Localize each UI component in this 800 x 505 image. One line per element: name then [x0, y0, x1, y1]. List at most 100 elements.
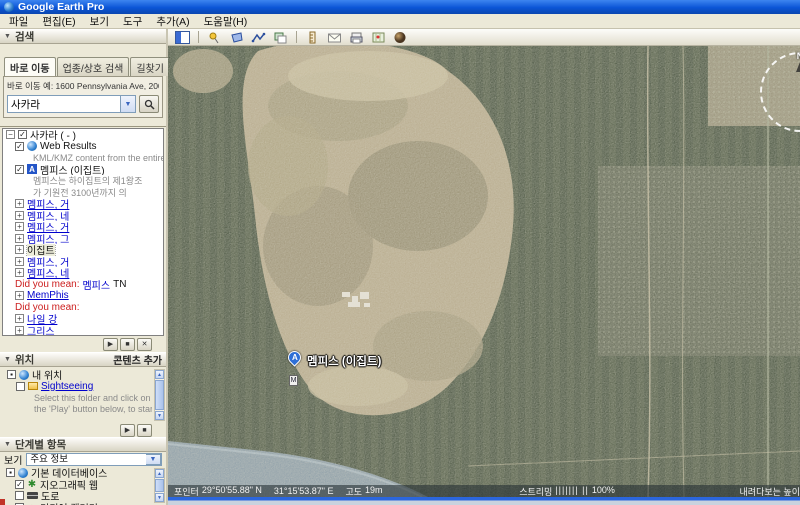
- menu-item[interactable]: 추가(A): [149, 13, 196, 30]
- search-go-button[interactable]: [139, 95, 159, 113]
- places-panel-header[interactable]: ▼ 위치 콘텐츠 추가: [0, 352, 166, 367]
- row-label[interactable]: 나일 강: [27, 313, 57, 324]
- map-viewport[interactable]: N A 멤피스 (이집트) M 포인터 29°50'55.88" N 31°15…: [168, 46, 800, 497]
- search-result-row[interactable]: + 나일 강: [3, 313, 163, 325]
- scroll-up-icon[interactable]: ▲: [155, 370, 164, 379]
- play-tour-button[interactable]: ▶: [103, 337, 118, 351]
- didyoumean-label[interactable]: Did you mean:: [15, 279, 79, 290]
- row-label[interactable]: 멤피스, 네: [27, 210, 69, 221]
- checkbox[interactable]: ▪: [7, 370, 16, 380]
- row-label[interactable]: 사카라 ( - ): [30, 129, 76, 140]
- menu-item[interactable]: 보기: [83, 13, 116, 30]
- places-play-button[interactable]: ▶: [120, 423, 135, 437]
- scroll-up-icon[interactable]: ▲: [155, 469, 164, 478]
- row-label[interactable]: 그리스: [27, 325, 55, 335]
- row-label[interactable]: 기본 데이터베이스: [31, 467, 107, 478]
- search-dropdown-button[interactable]: ▼: [121, 95, 136, 113]
- expand-box[interactable]: +: [15, 222, 24, 232]
- menu-item[interactable]: 파일: [2, 13, 35, 30]
- search-result-row[interactable]: ✓ A 멤피스 (이집트): [3, 164, 163, 175]
- row-label[interactable]: 멤피스, 거: [27, 221, 69, 232]
- toggle-sidebar-icon[interactable]: [174, 30, 191, 45]
- layers-panel-header[interactable]: ▼ 단계별 항목: [0, 437, 166, 452]
- stop-tour-button[interactable]: ■: [120, 337, 135, 351]
- layer-row[interactable]: ▪ 기본 데이터베이스: [3, 467, 152, 479]
- row-label[interactable]: 멤피스, 거: [27, 198, 69, 209]
- search-result-row[interactable]: + 멤피스, 그: [3, 233, 163, 244]
- expand-box[interactable]: +: [15, 268, 24, 278]
- ruler-icon[interactable]: [304, 30, 321, 45]
- checkbox[interactable]: ✓: [18, 130, 27, 140]
- search-result-row[interactable]: + 멤피스, 네: [3, 210, 163, 221]
- row-label[interactable]: 멤피스, 네: [27, 267, 69, 278]
- layers-view-select[interactable]: 주요 정보 ▼: [26, 452, 162, 466]
- row-label[interactable]: Web Results: [40, 141, 97, 152]
- didyoumean-label[interactable]: Did you mean:: [15, 302, 79, 313]
- layers-scrollbar[interactable]: ▲ ▼: [154, 468, 165, 503]
- row-label[interactable]: 멤피스, 그: [27, 233, 69, 244]
- search-panel-header[interactable]: ▼ 검색: [0, 29, 166, 44]
- row-label[interactable]: 멤피스, 거: [27, 256, 69, 267]
- checkbox[interactable]: ✓: [15, 141, 24, 151]
- clear-results-button[interactable]: ✕: [137, 337, 152, 351]
- place-row[interactable]: ▪ 내 위치: [4, 369, 152, 381]
- add-content-button[interactable]: 콘텐츠 추가: [113, 352, 162, 367]
- email-icon[interactable]: [326, 30, 343, 45]
- menu-item[interactable]: 편집(E): [35, 13, 82, 30]
- expand-box[interactable]: +: [15, 233, 24, 243]
- expand-box[interactable]: +: [15, 256, 24, 266]
- expand-box[interactable]: +: [15, 245, 24, 255]
- row-label[interactable]: Sightseeing: [41, 381, 93, 392]
- add-polygon-icon[interactable]: [228, 30, 245, 45]
- row-label[interactable]: 지오그래픽 웹: [40, 479, 98, 490]
- row-label[interactable]: 멤피스 (이집트): [40, 164, 105, 175]
- expand-box[interactable]: +: [15, 291, 24, 301]
- suggestion-suffix[interactable]: TN: [113, 279, 126, 290]
- checkbox[interactable]: [16, 381, 25, 391]
- search-result-row[interactable]: Did you mean: 멤피스 TN: [3, 279, 163, 290]
- add-path-icon[interactable]: [250, 30, 267, 45]
- row-label[interactable]: 도로: [41, 490, 59, 501]
- print-icon[interactable]: [348, 30, 365, 45]
- layer-row[interactable]: 도로: [3, 490, 152, 502]
- search-tab[interactable]: 바로 이동: [4, 57, 56, 76]
- add-image-overlay-icon[interactable]: [272, 30, 289, 45]
- scroll-down-icon[interactable]: ▼: [155, 493, 164, 502]
- layer-row[interactable]: ✓ ✱ 지오그래픽 웹: [3, 479, 152, 490]
- search-result-row[interactable]: + 멤피스, 네: [3, 267, 163, 279]
- menu-item[interactable]: 도움말(H): [197, 13, 255, 30]
- layer-row[interactable]: ▲미디어 갤러리: [3, 502, 152, 505]
- scrollbar-thumb[interactable]: [155, 479, 164, 492]
- search-input[interactable]: [7, 95, 121, 113]
- add-placemark-icon[interactable]: [206, 30, 223, 45]
- search-result-row[interactable]: + 멤피스, 거: [3, 256, 163, 267]
- places-scrollbar[interactable]: ▲ ▼: [154, 369, 165, 421]
- search-result-row[interactable]: + 그리스: [3, 325, 163, 335]
- switch-to-earth-icon[interactable]: [392, 30, 409, 45]
- row-label[interactable]: 내 위치: [32, 369, 62, 380]
- suggestion-link[interactable]: 멤피스: [82, 279, 110, 290]
- view-in-google-maps-icon[interactable]: [370, 30, 387, 45]
- row-label[interactable]: 이집트: [26, 244, 56, 256]
- expand-box[interactable]: +: [15, 325, 24, 335]
- expand-box[interactable]: +: [15, 314, 24, 324]
- checkbox[interactable]: ▪: [6, 468, 15, 478]
- checkbox[interactable]: ✓: [15, 479, 24, 489]
- expand-box[interactable]: +: [15, 210, 24, 220]
- placemark-label[interactable]: 멤피스 (이집트): [307, 353, 381, 369]
- checkbox[interactable]: [15, 491, 24, 501]
- search-result-row[interactable]: − ✓ 사카라 ( - ): [3, 129, 163, 141]
- place-row[interactable]: Sightseeing: [4, 381, 152, 393]
- scroll-down-icon[interactable]: ▼: [155, 411, 164, 420]
- search-result-row[interactable]: + 멤피스, 거: [3, 221, 163, 233]
- row-label[interactable]: 미디어 갤러리: [40, 502, 98, 505]
- search-result-row[interactable]: Did you mean:: [3, 302, 163, 314]
- scrollbar-thumb[interactable]: [155, 380, 164, 410]
- search-result-row[interactable]: + 멤피스, 거: [3, 198, 163, 210]
- placemark-thumbnail-icon[interactable]: M: [289, 375, 298, 386]
- row-label[interactable]: MemPhis: [27, 290, 69, 301]
- places-stop-button[interactable]: ■: [137, 423, 152, 437]
- expand-box[interactable]: +: [15, 199, 24, 209]
- search-result-row[interactable]: ✓ Web Results: [3, 141, 163, 153]
- search-tab[interactable]: 길찾기: [130, 57, 170, 76]
